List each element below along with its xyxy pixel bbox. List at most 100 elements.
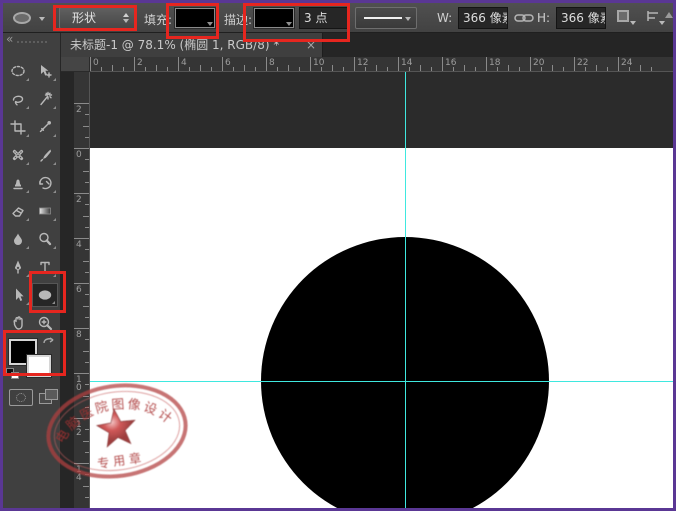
- document-tab-title: 未标题-1 @ 78.1% (椭圆 1, RGB/8) *: [70, 38, 279, 52]
- blur-tool[interactable]: [5, 227, 31, 251]
- ruler-minor-tick: [376, 65, 377, 71]
- ruler-minor-tick: [85, 204, 89, 205]
- healing-patch-tool[interactable]: [5, 143, 31, 167]
- collapse-arrow-icon[interactable]: [665, 12, 673, 18]
- photoshop-window: 形状 填充: 描边: 3 点 W: 366 像素 H: 366 像素: [0, 0, 676, 511]
- ruler-tick: [90, 57, 91, 71]
- ruler-minor-tick: [211, 67, 212, 71]
- chevron-down-icon: [286, 22, 292, 26]
- width-label: W:: [437, 11, 452, 25]
- gradient-tool[interactable]: [32, 199, 58, 223]
- background-color-swatch[interactable]: [27, 355, 51, 377]
- ruler-minor-tick: [167, 67, 168, 71]
- shape-width-field[interactable]: 366 像素: [458, 7, 508, 29]
- history-brush-tool[interactable]: [32, 171, 58, 195]
- ruler-minor-tick: [83, 351, 89, 352]
- zoom-icon: [37, 315, 53, 331]
- zoom-tool[interactable]: [32, 311, 58, 335]
- link-dimensions-icon[interactable]: [514, 10, 534, 29]
- ellipse-shape-tool[interactable]: [32, 283, 58, 307]
- watermark-stamp: 电脑医院图像设计 专用章: [37, 371, 197, 491]
- ruler-minor-tick: [640, 65, 641, 71]
- ruler-minor-tick: [85, 272, 89, 273]
- align-edges-button[interactable]: [646, 8, 668, 28]
- ruler-label: 0: [93, 58, 99, 68]
- collapse-panel-button[interactable]: «: [6, 33, 13, 45]
- ruler-minor-tick: [233, 67, 234, 71]
- ruler-minor-tick: [464, 65, 465, 71]
- eraser-tool[interactable]: [5, 199, 31, 223]
- ruler-minor-tick: [255, 67, 256, 71]
- close-tab-icon[interactable]: ×: [306, 33, 316, 57]
- ellipse-marquee-tool[interactable]: [5, 59, 31, 83]
- crop-tool[interactable]: [5, 115, 31, 139]
- stroke-style-line-icon: [364, 17, 402, 19]
- ruler-label: 4: [76, 241, 82, 249]
- chevron-down-icon: [123, 19, 129, 23]
- ruler-tick: [134, 57, 135, 71]
- ruler-label: 20: [533, 58, 544, 68]
- ruler-minor-tick: [453, 67, 454, 71]
- quick-mask-mode-button[interactable]: [9, 389, 33, 406]
- stroke-color-swatch[interactable]: [254, 8, 294, 28]
- blur-icon: [10, 231, 26, 247]
- ruler-minor-tick: [343, 67, 344, 71]
- path-selection-tool[interactable]: [5, 283, 31, 307]
- shape-height-field[interactable]: 366 像素: [556, 7, 606, 29]
- ruler-minor-tick: [563, 67, 564, 71]
- horizontal-ruler[interactable]: 024681012141618202224: [90, 57, 673, 72]
- ruler-label: 2: [76, 106, 82, 114]
- magic-wand-tool[interactable]: [32, 87, 58, 111]
- shape-width-value: 366 像素: [463, 11, 508, 25]
- clone-stamp-tool[interactable]: [5, 171, 31, 195]
- ruler-minor-tick: [85, 497, 89, 498]
- type-tool[interactable]: [32, 255, 58, 279]
- healing-patch-icon: [10, 147, 26, 163]
- default-colors-icon[interactable]: [6, 368, 19, 379]
- fill-color-swatch[interactable]: [175, 8, 215, 28]
- ruler-minor-tick: [387, 67, 388, 71]
- path-operations-button[interactable]: [614, 8, 636, 28]
- vertical-guide[interactable]: [405, 72, 406, 508]
- stroke-width-field[interactable]: 3 点: [299, 7, 349, 29]
- ruler-tick: [398, 57, 399, 71]
- ruler-label: 8: [76, 331, 82, 339]
- hand-icon: [10, 315, 26, 331]
- tool-mode-label: 形状: [72, 11, 96, 25]
- ellipse-marquee-icon: [10, 63, 26, 79]
- height-label: H:: [537, 11, 550, 25]
- chevron-down-icon: [659, 21, 665, 25]
- hand-tool[interactable]: [5, 311, 31, 335]
- eyedropper-tool[interactable]: [32, 115, 58, 139]
- pen-tool[interactable]: [5, 255, 31, 279]
- ruler-minor-tick: [277, 67, 278, 71]
- document-tab[interactable]: 未标题-1 @ 78.1% (椭圆 1, RGB/8) * ×: [61, 33, 323, 57]
- tool-preset-picker[interactable]: [11, 9, 51, 27]
- ruler-label: 12: [357, 58, 368, 68]
- brush-tool[interactable]: [32, 143, 58, 167]
- pen-icon: [10, 259, 26, 275]
- stroke-style-select[interactable]: [355, 7, 417, 29]
- ruler-corner[interactable]: [61, 57, 90, 72]
- ruler-minor-tick: [365, 67, 366, 71]
- tool-mode-select[interactable]: 形状: [59, 7, 137, 29]
- swap-colors-icon[interactable]: [41, 333, 57, 352]
- ruler-label: 6: [76, 286, 82, 294]
- ruler-tick: [486, 57, 487, 71]
- ruler-minor-tick: [541, 67, 542, 71]
- lasso-tool[interactable]: [5, 87, 31, 111]
- ruler-label: 16: [445, 58, 456, 68]
- ruler-label: 14: [401, 58, 412, 68]
- move-tool[interactable]: [32, 59, 58, 83]
- panel-grip[interactable]: [17, 41, 47, 44]
- ruler-minor-tick: [585, 67, 586, 71]
- eyedropper-icon: [37, 119, 53, 135]
- ruler-label: 18: [489, 58, 500, 68]
- ruler-tick: [74, 148, 89, 149]
- ruler-tick: [618, 57, 619, 71]
- ruler-minor-tick: [508, 65, 509, 71]
- ruler-label: 24: [621, 58, 632, 68]
- chevron-up-icon: [123, 13, 129, 17]
- dodge-tool[interactable]: [32, 227, 58, 251]
- ruler-minor-tick: [475, 67, 476, 71]
